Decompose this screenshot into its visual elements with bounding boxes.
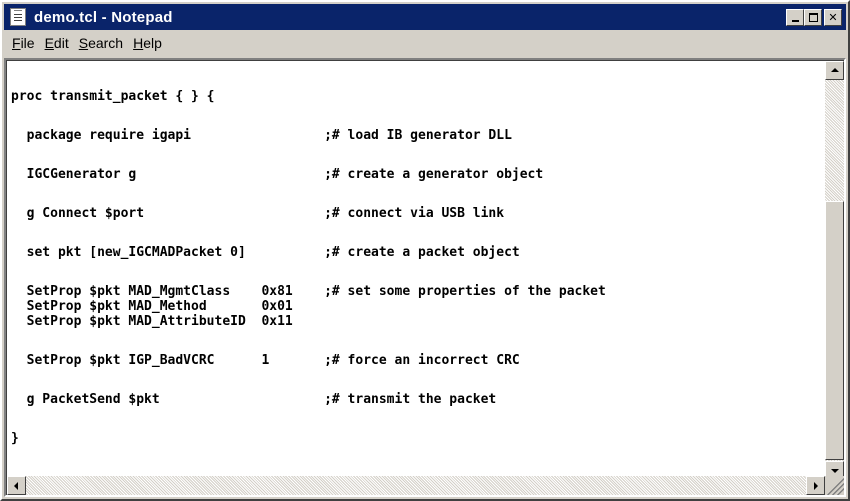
menu-bar: File Edit Search Help: [4, 31, 846, 55]
window-controls: ✕: [786, 8, 842, 26]
notepad-icon[interactable]: [10, 8, 26, 26]
close-icon: ✕: [828, 10, 838, 24]
code-line: SetProp $pkt MAD_MgmtClass 0x81 ;# set s…: [11, 284, 606, 299]
code-line: IGCGenerator g ;# create a generator obj…: [11, 167, 544, 182]
resize-grip[interactable]: [825, 476, 844, 495]
minimize-button[interactable]: [786, 8, 804, 26]
code-line: g Connect $port ;# connect via USB link: [11, 206, 505, 221]
arrow-down-icon: [831, 469, 839, 473]
title-bar[interactable]: demo.tcl - Notepad ✕: [4, 4, 846, 30]
code-line: proc transmit_packet { } {: [11, 89, 215, 104]
arrow-up-icon: [831, 68, 839, 72]
horizontal-scrollbar[interactable]: [7, 476, 825, 495]
maximize-button[interactable]: [804, 8, 822, 26]
vertical-scroll-thumb[interactable]: [825, 201, 844, 460]
code-text-area[interactable]: proc transmit_packet { } { package requi…: [11, 89, 811, 469]
code-line: set pkt [new_IGCMADPacket 0] ;# create a…: [11, 245, 520, 260]
code-line: SetProp $pkt MAD_AttributeID 0x11: [11, 314, 293, 329]
arrow-right-icon: [814, 482, 818, 490]
minimize-icon: [791, 20, 799, 22]
scroll-up-button[interactable]: [825, 61, 844, 80]
code-line: SetProp $pkt MAD_Method 0x01: [11, 299, 293, 314]
notepad-window: demo.tcl - Notepad ✕ File Edit Search He…: [0, 0, 850, 501]
code-line: g PacketSend $pkt ;# transmit the packet: [11, 392, 497, 407]
scroll-left-button[interactable]: [7, 476, 26, 495]
vertical-scrollbar[interactable]: [825, 61, 844, 480]
maximize-icon: [808, 12, 818, 22]
text-editor[interactable]: proc transmit_packet { } { package requi…: [4, 58, 846, 497]
menu-search[interactable]: Search: [75, 35, 129, 51]
close-button[interactable]: ✕: [824, 8, 842, 26]
code-line: SetProp $pkt IGP_BadVCRC 1 ;# force an i…: [11, 353, 520, 368]
arrow-left-icon: [14, 482, 18, 490]
window-title: demo.tcl - Notepad: [34, 8, 173, 26]
menu-help[interactable]: Help: [129, 35, 168, 51]
code-line: package require igapi ;# load IB generat…: [11, 128, 512, 143]
code-line: }: [11, 431, 19, 446]
menu-file[interactable]: File: [8, 35, 41, 51]
menu-edit[interactable]: Edit: [41, 35, 75, 51]
scroll-right-button[interactable]: [806, 476, 825, 495]
